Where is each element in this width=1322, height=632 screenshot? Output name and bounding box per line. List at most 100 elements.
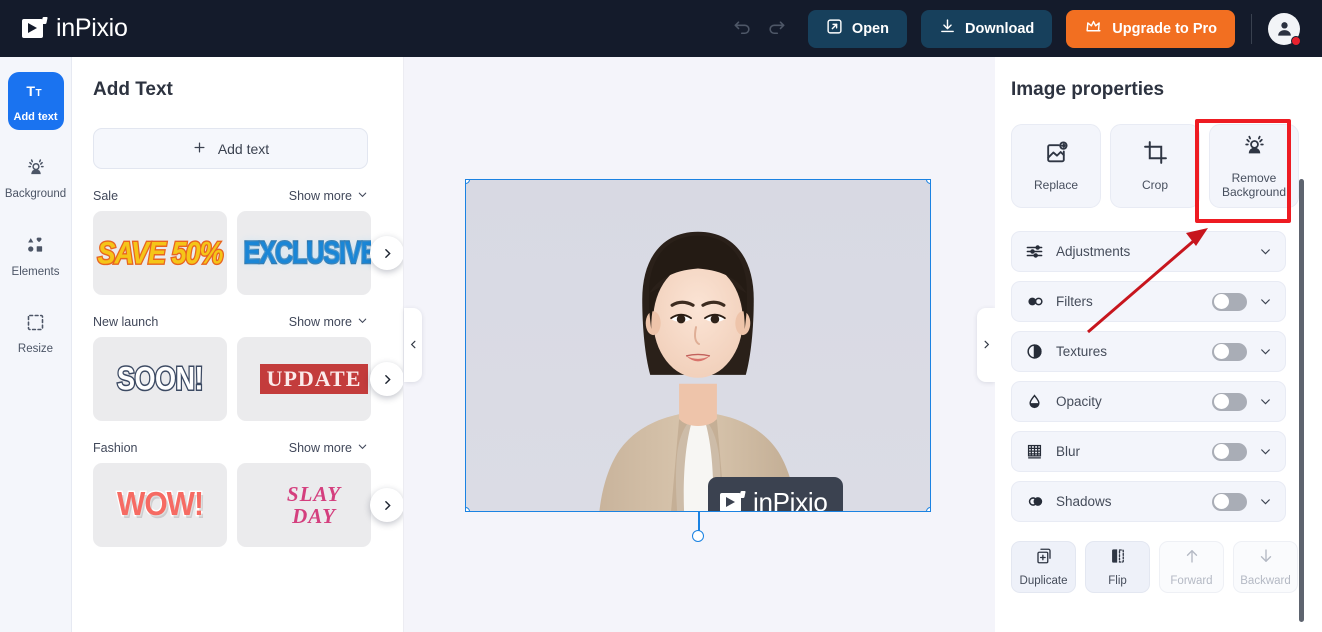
chevron-down-icon[interactable] [1259, 345, 1272, 358]
property-label: Filters [1056, 294, 1093, 309]
show-more-fashion[interactable]: Show more [289, 441, 368, 455]
sidebar-item-resize[interactable]: Resize [8, 303, 64, 363]
undo-arrow-icon[interactable] [726, 12, 760, 46]
shadows-overlap-icon [1025, 492, 1047, 511]
redo-arrow-icon[interactable] [760, 12, 794, 46]
property-row-filters[interactable]: Filters [1011, 281, 1286, 322]
text-tt-icon: TT [25, 81, 46, 106]
header-divider [1251, 13, 1252, 44]
inpixio-play-logo-icon [22, 16, 48, 41]
backward-label: Backward [1240, 575, 1291, 587]
sidebar-item-label: Resize [17, 343, 54, 356]
collapse-left-panel-button[interactable] [404, 307, 422, 382]
replace-button[interactable]: Replace [1011, 124, 1101, 208]
crop-button[interactable]: Crop [1110, 124, 1200, 208]
chevron-down-icon [357, 315, 368, 329]
collapse-right-panel-button[interactable] [977, 307, 995, 382]
download-button[interactable]: Download [920, 9, 1053, 48]
inpixio-watermark: inPixio [708, 477, 843, 511]
filters-toggle[interactable] [1212, 292, 1247, 311]
chevron-down-icon[interactable] [1259, 295, 1272, 308]
text-template-thumb[interactable]: SLAY DAY [237, 463, 371, 547]
page-title: Add Text [93, 79, 173, 100]
flip-horizontal-icon [1109, 547, 1127, 570]
property-row-adjustments[interactable]: Adjustments [1011, 231, 1286, 272]
category-label: Sale [93, 189, 119, 203]
download-icon [939, 18, 956, 39]
forward-button[interactable]: Forward [1159, 541, 1224, 593]
flip-label: Flip [1108, 575, 1127, 587]
thumbnail-row-new-launch: SOON! UPDATE [93, 337, 403, 421]
property-label: Textures [1056, 344, 1108, 359]
remove-background-label: Remove Background [1221, 170, 1287, 199]
property-label: Opacity [1056, 394, 1102, 409]
remove-background-icon [1242, 133, 1267, 163]
carousel-next-fashion[interactable] [370, 488, 403, 522]
forward-label: Forward [1170, 575, 1213, 587]
shapes-elements-icon [25, 235, 47, 261]
chevron-down-icon[interactable] [1259, 495, 1272, 508]
show-more-sale[interactable]: Show more [289, 189, 368, 203]
svg-text:T: T [36, 88, 42, 99]
text-template-thumb[interactable]: WOW! [93, 463, 227, 547]
show-more-new-launch[interactable]: Show more [289, 315, 368, 329]
carousel-next-new-launch[interactable] [370, 362, 403, 396]
property-row-textures[interactable]: Textures [1011, 331, 1286, 372]
backward-button[interactable]: Backward [1233, 541, 1298, 593]
chevron-right-icon [384, 248, 391, 258]
image-tools-row: Replace Crop Remove Background [1011, 124, 1300, 208]
opacity-toggle[interactable] [1212, 392, 1247, 411]
blur-toggle[interactable] [1212, 442, 1247, 461]
image-properties-panel: Image properties Replace Crop Remove Bac… [995, 57, 1322, 632]
textures-toggle[interactable] [1212, 342, 1247, 361]
sidebar-item-elements[interactable]: Elements [8, 226, 64, 286]
chevron-down-icon[interactable] [1259, 395, 1272, 408]
text-template-thumb[interactable]: SAVE 50% [93, 211, 227, 295]
upgrade-to-pro-button[interactable]: Upgrade to Pro [1066, 9, 1235, 48]
chevron-down-icon[interactable] [1259, 245, 1272, 258]
duplicate-label: Duplicate [1019, 575, 1068, 587]
open-button[interactable]: Open [807, 9, 907, 48]
text-template-thumb[interactable]: UPDATE [237, 337, 371, 421]
chevron-left-icon [410, 340, 415, 349]
duplicate-button[interactable]: Duplicate [1011, 541, 1076, 593]
app-header: inPixio Open Download Upgrade to Pro [0, 0, 1322, 57]
flip-button[interactable]: Flip [1085, 541, 1150, 593]
add-text-button[interactable]: Add text [93, 128, 368, 169]
rotate-stem [698, 512, 700, 532]
remove-background-button[interactable]: Remove Background [1209, 124, 1299, 208]
sidebar-item-label: Background [4, 188, 67, 201]
rotate-handle-icon[interactable] [692, 530, 704, 542]
category-header-fashion: Fashion Show more [93, 441, 368, 455]
property-row-shadows[interactable]: Shadows [1011, 481, 1286, 522]
text-template-thumb[interactable]: SOON! [93, 337, 227, 421]
sidebar-item-label: Add text [13, 111, 58, 123]
text-template-thumb[interactable]: EXCLUSIVE [237, 211, 371, 295]
resize-handle-bottom-right[interactable] [926, 507, 930, 511]
crop-icon [1143, 140, 1168, 170]
category-label: Fashion [93, 441, 138, 455]
chevron-right-icon [384, 500, 391, 510]
add-text-panel: Add Text Add text Sale Show more SAVE 50… [72, 57, 404, 632]
carousel-next-sale[interactable] [370, 236, 403, 270]
category-header-new-launch: New launch Show more [93, 315, 368, 329]
user-avatar-icon[interactable] [1268, 12, 1301, 46]
right-panel-scrollbar[interactable] [1299, 179, 1304, 622]
selected-image-object[interactable]: inPixio [465, 179, 931, 512]
crown-icon [1084, 18, 1103, 39]
sidebar-item-add-text[interactable]: TT Add text [7, 72, 64, 131]
header-actions: Open Download Upgrade to Pro [726, 0, 1322, 57]
property-row-blur[interactable]: Blur [1011, 431, 1286, 472]
category-label: New launch [93, 315, 159, 329]
inpixio-play-logo-icon [720, 490, 746, 511]
shadows-toggle[interactable] [1212, 492, 1247, 511]
sidebar-item-background[interactable]: Background [4, 148, 67, 208]
editor-canvas[interactable]: inPixio [404, 57, 995, 632]
template-word-art: SAVE 50% [96, 234, 225, 271]
property-row-opacity[interactable]: Opacity [1011, 381, 1286, 422]
background-person-icon [25, 157, 47, 183]
replace-label: Replace [1033, 177, 1079, 192]
sidebar-item-label: Elements [11, 265, 60, 278]
plus-icon [192, 140, 207, 158]
chevron-down-icon[interactable] [1259, 445, 1272, 458]
